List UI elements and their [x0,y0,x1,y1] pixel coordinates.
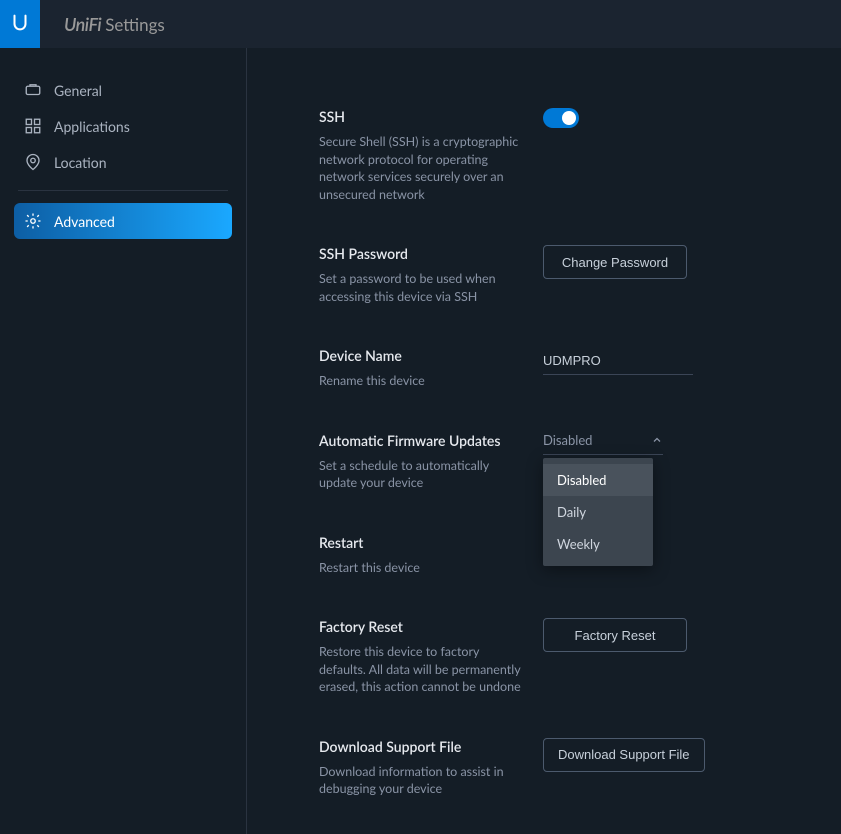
setting-title: Restart [319,534,525,551]
setting-title: SSH [319,108,525,125]
setting-desc: Secure Shell (SSH) is a cryptographic ne… [319,133,525,203]
sidebar-divider [18,190,228,191]
sidebar-item-label: General [54,82,102,99]
dropdown-option-daily[interactable]: Daily [543,496,653,528]
sidebar-item-label: Applications [54,118,130,135]
setting-desc: Rename this device [319,372,525,390]
title-word: Settings [105,14,165,35]
firmware-schedule-dropdown: Disabled Daily Weekly [543,458,653,566]
settings-content: SSH Secure Shell (SSH) is a cryptographi… [247,48,841,834]
dropdown-option-weekly[interactable]: Weekly [543,528,653,560]
sidebar-item-label: Advanced [54,213,115,230]
download-support-file-button[interactable]: Download Support File [543,738,705,772]
chevron-up-icon [651,434,663,446]
row-ssh: SSH Secure Shell (SSH) is a cryptographi… [319,108,841,203]
dropdown-option-disabled[interactable]: Disabled [543,464,653,496]
setting-desc: Set a schedule to automatically update y… [319,457,525,492]
apps-icon [24,117,42,135]
ssh-toggle[interactable] [543,108,579,128]
firmware-schedule-select[interactable]: Disabled [543,432,663,455]
location-icon [24,153,42,171]
sidebar-item-applications[interactable]: Applications [14,108,232,144]
row-factory-reset: Factory Reset Restore this device to fac… [319,618,841,696]
sidebar-item-advanced[interactable]: Advanced [14,203,232,239]
row-firmware-updates: Automatic Firmware Updates Set a schedul… [319,432,841,492]
page-title: UniFi Settings [64,13,165,35]
toggle-knob [562,111,576,125]
ubiquiti-logo-icon [9,12,31,37]
sidebar-item-general[interactable]: General [14,72,232,108]
setting-title: Device Name [319,347,525,364]
brand-word: UniFi [64,13,101,35]
sidebar: General Applications Location [0,48,247,834]
row-ssh-password: SSH Password Set a password to be used w… [319,245,841,305]
setting-desc: Download information to assist in debugg… [319,763,525,798]
setting-title: Download Support File [319,738,525,755]
sidebar-item-location[interactable]: Location [14,144,232,180]
setting-desc: Set a password to be used when accessing… [319,270,525,305]
select-value: Disabled [543,432,592,448]
brand-logo[interactable] [0,0,40,48]
row-support-file: Download Support File Download informati… [319,738,841,798]
setting-title: Factory Reset [319,618,525,635]
device-name-input[interactable] [543,347,693,375]
setting-desc: Restart this device [319,559,525,577]
setting-title: SSH Password [319,245,525,262]
gear-icon [24,212,42,230]
change-password-button[interactable]: Change Password [543,245,687,279]
app-header: UniFi Settings [0,0,841,48]
row-device-name: Device Name Rename this device [319,347,841,390]
setting-desc: Restore this device to factory defaults.… [319,643,525,696]
dashboard-icon [24,81,42,99]
factory-reset-button[interactable]: Factory Reset [543,618,687,652]
setting-title: Automatic Firmware Updates [319,432,525,449]
sidebar-item-label: Location [54,154,107,171]
